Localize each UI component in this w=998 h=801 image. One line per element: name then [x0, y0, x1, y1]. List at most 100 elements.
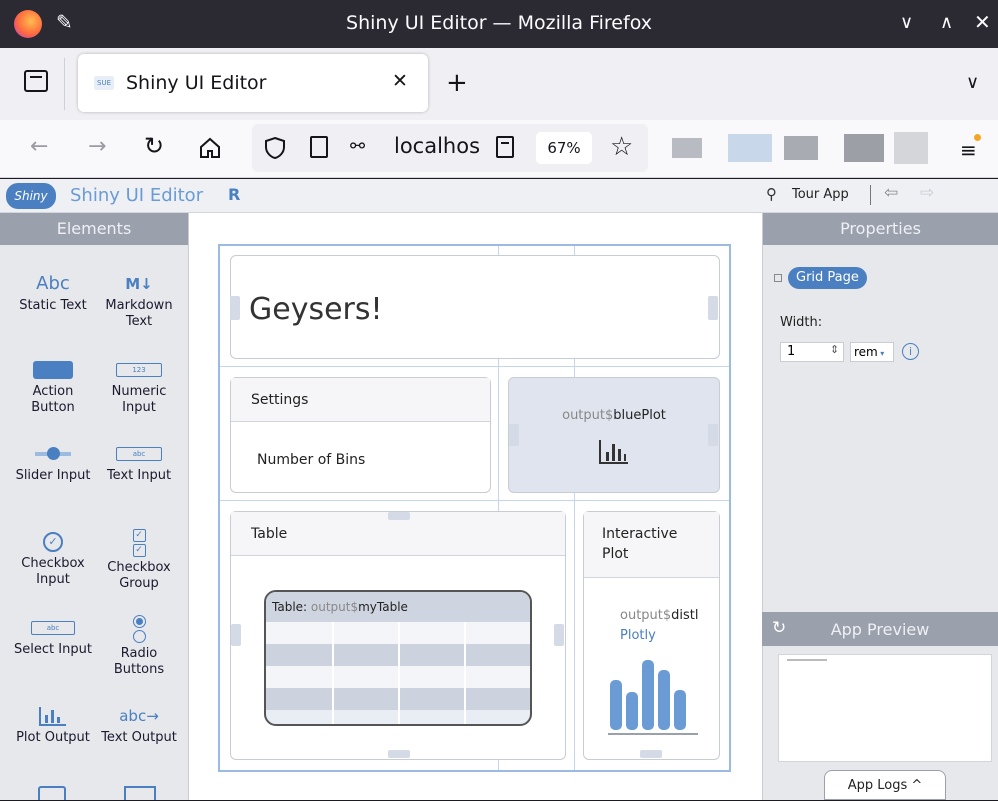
tour-app-button[interactable]: Tour App: [792, 187, 849, 202]
settings-card[interactable]: Settings Number of Bins: [230, 377, 491, 493]
app-logs-button[interactable]: App Logs ^: [824, 770, 946, 800]
element-label: Checkbox Input: [21, 556, 85, 587]
element-markdown-text[interactable]: M↓ Markdown Text: [96, 270, 182, 329]
resize-handle[interactable]: [554, 624, 564, 646]
element-table-icon[interactable]: [124, 786, 156, 800]
new-tab-icon[interactable]: +: [446, 70, 468, 96]
element-numeric-input[interactable]: 123 Numeric Input: [96, 356, 182, 415]
element-label: Text Output: [101, 730, 177, 745]
url-text[interactable]: localhos: [394, 134, 480, 158]
element-slider-input[interactable]: Slider Input: [10, 440, 96, 484]
checkbox-group-icon: ✓ ✓: [96, 526, 182, 560]
blue-plot-label: output$bluePlot: [562, 408, 666, 423]
forward-icon[interactable]: →: [88, 136, 106, 158]
blue-plot-card[interactable]: output$bluePlot: [508, 377, 720, 493]
page-info-icon[interactable]: [310, 136, 328, 158]
shiny-logo: Shiny: [6, 183, 56, 209]
element-checkbox-group[interactable]: ✓ ✓ Checkbox Group: [96, 526, 182, 591]
resize-handle[interactable]: [231, 624, 241, 646]
element-label: Numeric Input: [111, 384, 167, 415]
width-unit-select[interactable]: rem ▾: [850, 342, 894, 362]
bookmark-star-icon[interactable]: ☆: [610, 132, 633, 162]
plot-icon: [597, 438, 631, 470]
width-label: Width:: [780, 315, 823, 330]
page-title: Geysers!: [249, 292, 383, 327]
extension-icon[interactable]: [894, 132, 928, 164]
tour-icon[interactable]: ⚲: [766, 185, 777, 203]
grid-page-tag[interactable]: Grid Page: [788, 267, 867, 289]
shield-icon[interactable]: [264, 136, 286, 160]
home-icon[interactable]: [198, 136, 222, 160]
grid-line: [220, 366, 729, 367]
table-placeholder-grid: [266, 622, 530, 724]
reader-view-icon[interactable]: [496, 136, 514, 158]
stepper-icon[interactable]: ⇕: [830, 343, 839, 356]
element-select-input[interactable]: abc Select Input: [10, 614, 96, 658]
resize-handle[interactable]: [708, 296, 718, 320]
resize-handle[interactable]: [640, 750, 662, 758]
checkbox-icon: ✓: [10, 528, 96, 556]
numeric-input-icon: 123: [96, 356, 182, 384]
bar-chart-icon: [10, 702, 96, 730]
resize-handle[interactable]: [509, 424, 519, 446]
table-output[interactable]: Table: output$myTable: [264, 590, 532, 726]
select-input-icon: abc: [10, 614, 96, 642]
resize-handle[interactable]: [388, 512, 410, 520]
element-static-text[interactable]: Abc Static Text: [10, 270, 96, 314]
plotly-label: Plotly: [620, 628, 656, 643]
title-panel[interactable]: Geysers!: [230, 255, 720, 359]
element-radio-buttons[interactable]: Radio Buttons: [96, 612, 182, 677]
tab-shiny-ui-editor[interactable]: SUE Shiny UI Editor ✕: [78, 54, 428, 112]
r-logo-icon: R: [228, 185, 241, 204]
back-icon[interactable]: ←: [30, 136, 48, 158]
permissions-icon[interactable]: ⚯: [350, 136, 365, 157]
extension-icon[interactable]: [672, 138, 702, 158]
close-window-icon[interactable]: ✕: [974, 10, 991, 34]
element-card-icon[interactable]: [38, 786, 66, 800]
maximize-icon[interactable]: ∧: [940, 12, 953, 33]
element-text-output[interactable]: abc→ Text Output: [96, 702, 182, 746]
app-preview-title: App Preview: [830, 620, 930, 639]
element-plot-output[interactable]: Plot Output: [10, 702, 96, 746]
extension-icon[interactable]: [728, 134, 772, 162]
elements-header: Elements: [0, 213, 188, 245]
element-checkbox-input[interactable]: ✓ Checkbox Input: [10, 528, 96, 587]
info-icon[interactable]: i: [902, 343, 919, 360]
undo-icon[interactable]: ⇦: [884, 183, 898, 203]
url-bar[interactable]: ⚯ localhos 67% ☆: [252, 124, 648, 172]
element-label: Checkbox Group: [107, 560, 171, 591]
redo-icon[interactable]: ⇨: [920, 183, 934, 203]
text-input-icon: abc: [96, 440, 182, 468]
settings-header: Settings: [231, 378, 490, 422]
extension-icon[interactable]: [784, 136, 818, 160]
element-label: Markdown Text: [105, 298, 173, 329]
tab-title: Shiny UI Editor: [126, 72, 267, 94]
tab-close-icon[interactable]: ✕: [392, 70, 408, 92]
tab-overview-icon[interactable]: [24, 70, 48, 92]
node-tree-toggle[interactable]: [774, 274, 782, 282]
editor-title: Shiny UI Editor: [70, 185, 204, 206]
interactive-plot-card[interactable]: Interactive Plot output$distl Plotly: [583, 511, 720, 760]
static-text-icon: Abc: [36, 273, 70, 295]
extension-icon[interactable]: [844, 134, 884, 162]
app-preview-frame[interactable]: [778, 654, 992, 762]
list-tabs-icon[interactable]: ∨: [966, 74, 979, 92]
tab-favicon-icon: SUE: [94, 76, 114, 90]
zoom-level-button[interactable]: 67%: [536, 132, 592, 164]
text-output-icon: abc→: [119, 707, 159, 725]
number-of-bins-label: Number of Bins: [257, 452, 366, 468]
window-titlebar: ✎ Shiny UI Editor — Mozilla Firefox ∨ ∧ …: [0, 0, 998, 48]
element-label: Slider Input: [15, 468, 91, 483]
element-action-button[interactable]: Action Button: [10, 356, 96, 415]
reload-icon[interactable]: ↻: [144, 134, 164, 158]
minimize-icon[interactable]: ∨: [900, 12, 913, 33]
menu-icon[interactable]: ≡: [960, 138, 977, 162]
resize-handle[interactable]: [230, 296, 240, 320]
header-divider: [870, 185, 871, 205]
grid-line: [220, 500, 729, 501]
resize-handle[interactable]: [708, 424, 718, 446]
slider-icon: [10, 440, 96, 468]
table-output-label: Table: output$myTable: [266, 592, 530, 622]
resize-handle[interactable]: [388, 750, 410, 758]
element-text-input[interactable]: abc Text Input: [96, 440, 182, 484]
